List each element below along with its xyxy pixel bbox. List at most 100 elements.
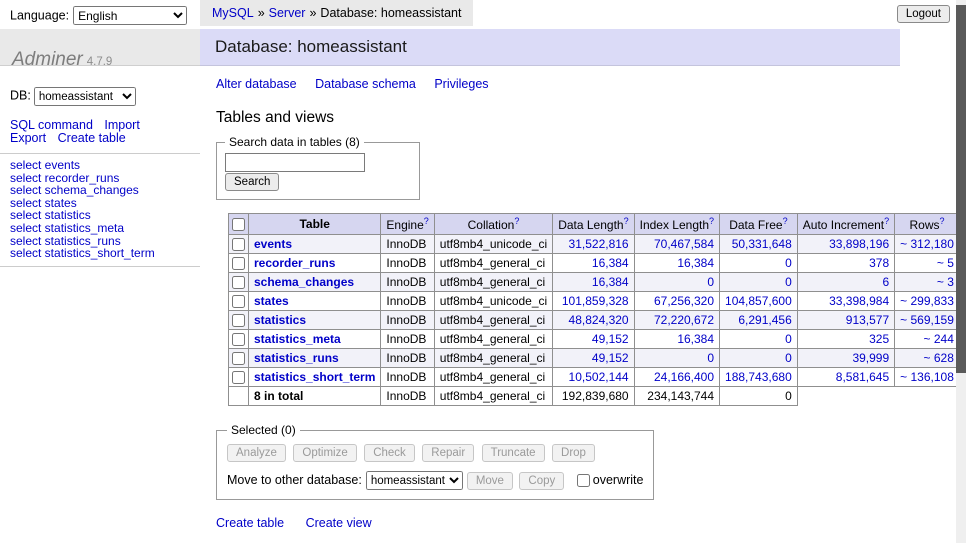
- collation-cell: utf8mb4_general_ci: [434, 330, 552, 349]
- breadcrumb-separator: »: [258, 6, 265, 20]
- vertical-scrollbar[interactable]: [956, 0, 966, 543]
- sidebar-table-link-select-schema-changes[interactable]: select schema_changes: [10, 184, 200, 197]
- help-link[interactable]: ?: [940, 216, 945, 226]
- auto-increment-cell: 39,999: [797, 349, 894, 368]
- collation-cell: utf8mb4_general_ci: [434, 368, 552, 387]
- create-link-create-view[interactable]: Create view: [306, 516, 372, 530]
- move-button-copy[interactable]: Copy: [519, 472, 564, 490]
- main-content: Database: homeassistant Alter database D…: [200, 29, 900, 543]
- db-select[interactable]: homeassistant: [34, 87, 136, 106]
- collation-cell: utf8mb4_unicode_ci: [434, 235, 552, 254]
- engine-cell: InnoDB: [381, 292, 434, 311]
- logout-button[interactable]: Logout: [897, 5, 950, 23]
- row-checkbox-events[interactable]: [232, 238, 245, 251]
- row-checkbox-statistics-runs[interactable]: [232, 352, 245, 365]
- engine-cell: InnoDB: [381, 273, 434, 292]
- overwrite-label: overwrite: [593, 473, 644, 487]
- data-length-cell: 31,522,816: [553, 235, 634, 254]
- help-link[interactable]: ?: [624, 216, 629, 226]
- table-link-statistics-meta[interactable]: statistics_meta: [254, 332, 341, 346]
- sidebar-link-sql-command[interactable]: SQL command: [10, 118, 93, 132]
- overwrite-checkbox[interactable]: [577, 474, 590, 487]
- search-button[interactable]: Search: [225, 173, 279, 191]
- total-cell: 8 in total: [249, 387, 381, 406]
- rows-cell: ~ 244: [895, 330, 960, 349]
- db-link-alter-database[interactable]: Alter database: [216, 77, 297, 91]
- row-check-cell: [229, 330, 249, 349]
- row-checkbox-recorder-runs[interactable]: [232, 257, 245, 270]
- help-link[interactable]: ?: [424, 216, 429, 226]
- help-link[interactable]: ?: [514, 216, 519, 226]
- collation-cell: utf8mb4_general_ci: [434, 254, 552, 273]
- search-input[interactable]: [225, 153, 365, 172]
- create-link-create-table[interactable]: Create table: [216, 516, 284, 530]
- select-all-checkbox[interactable]: [232, 218, 245, 231]
- db-link-privileges[interactable]: Privileges: [434, 77, 488, 91]
- breadcrumb-link-mysql[interactable]: MySQL: [212, 6, 254, 20]
- db-label: DB:: [10, 89, 31, 103]
- sidebar-table-link-select-statistics-short-term[interactable]: select statistics_short_term: [10, 247, 200, 260]
- table-link-recorder-runs[interactable]: recorder_runs: [254, 256, 335, 270]
- language-select[interactable]: English: [73, 6, 187, 25]
- column-header-engine: Engine?: [381, 214, 434, 235]
- db-link-database-schema[interactable]: Database schema: [315, 77, 416, 91]
- move-button-move[interactable]: Move: [467, 472, 513, 490]
- search-legend: Search data in tables (8): [225, 135, 364, 149]
- db-selector-row: DB:homeassistant: [10, 87, 200, 106]
- action-button-drop[interactable]: Drop: [552, 444, 595, 462]
- move-db-select[interactable]: homeassistant: [366, 471, 463, 490]
- data-free-cell: 0: [720, 273, 798, 292]
- index-length-cell: 16,384: [634, 254, 719, 273]
- data-free-cell: 0: [720, 330, 798, 349]
- action-button-analyze[interactable]: Analyze: [227, 444, 286, 462]
- help-link[interactable]: ?: [709, 216, 714, 226]
- database-links: Alter database Database schema Privilege…: [216, 78, 900, 91]
- table-link-statistics[interactable]: statistics: [254, 313, 306, 327]
- data-free-cell: 188,743,680: [720, 368, 798, 387]
- action-button-repair[interactable]: Repair: [422, 444, 474, 462]
- auto-increment-cell: 6: [797, 273, 894, 292]
- index-length-cell: 0: [634, 273, 719, 292]
- sidebar-link-import[interactable]: Import: [104, 118, 139, 132]
- row-checkbox-statistics-short-term[interactable]: [232, 371, 245, 384]
- table-row: statisticsInnoDButf8mb4_general_ci48,824…: [229, 311, 966, 330]
- collation-cell: utf8mb4_general_ci: [434, 349, 552, 368]
- selected-fieldset: Selected (0) Analyze Optimize Check Repa…: [216, 423, 654, 500]
- action-button-optimize[interactable]: Optimize: [293, 444, 356, 462]
- help-link[interactable]: ?: [884, 216, 889, 226]
- index-length-cell: 72,220,672: [634, 311, 719, 330]
- sidebar-link-create-table[interactable]: Create table: [58, 131, 126, 145]
- sidebar-table-link-select-events[interactable]: select events: [10, 159, 200, 172]
- sidebar-table-link-select-statistics-meta[interactable]: select statistics_meta: [10, 222, 200, 235]
- column-header-data-length: Data Length?: [553, 214, 634, 235]
- auto-increment-cell: 33,398,984: [797, 292, 894, 311]
- table-link-statistics-runs[interactable]: statistics_runs: [254, 351, 339, 365]
- row-checkbox-states[interactable]: [232, 295, 245, 308]
- scrollbar-thumb[interactable]: [956, 5, 966, 373]
- total-cell: 0: [720, 387, 798, 406]
- row-checkbox-statistics-meta[interactable]: [232, 333, 245, 346]
- table-link-events[interactable]: events: [254, 237, 292, 251]
- breadcrumb-link-server[interactable]: Server: [269, 6, 306, 20]
- engine-cell: InnoDB: [381, 349, 434, 368]
- selected-legend: Selected (0): [227, 423, 300, 437]
- row-checkbox-statistics[interactable]: [232, 314, 245, 327]
- data-free-cell: 0: [720, 349, 798, 368]
- action-button-truncate[interactable]: Truncate: [482, 444, 545, 462]
- engine-cell: InnoDB: [381, 330, 434, 349]
- table-row: statistics_metaInnoDButf8mb4_general_ci4…: [229, 330, 966, 349]
- help-link[interactable]: ?: [783, 216, 788, 226]
- total-cell: [797, 387, 894, 406]
- sidebar-link-export[interactable]: Export: [10, 131, 46, 145]
- table-row: statistics_runsInnoDButf8mb4_general_ci4…: [229, 349, 966, 368]
- table-link-schema-changes[interactable]: schema_changes: [254, 275, 354, 289]
- table-total-row: 8 in totalInnoDButf8mb4_general_ci192,83…: [229, 387, 966, 406]
- row-checkbox-schema-changes[interactable]: [232, 276, 245, 289]
- collation-cell: utf8mb4_general_ci: [434, 273, 552, 292]
- table-link-states[interactable]: states: [254, 294, 289, 308]
- action-button-check[interactable]: Check: [364, 444, 415, 462]
- total-cell: InnoDB: [381, 387, 434, 406]
- index-length-cell: 67,256,320: [634, 292, 719, 311]
- table-link-statistics-short-term[interactable]: statistics_short_term: [254, 370, 375, 384]
- data-length-cell: 16,384: [553, 254, 634, 273]
